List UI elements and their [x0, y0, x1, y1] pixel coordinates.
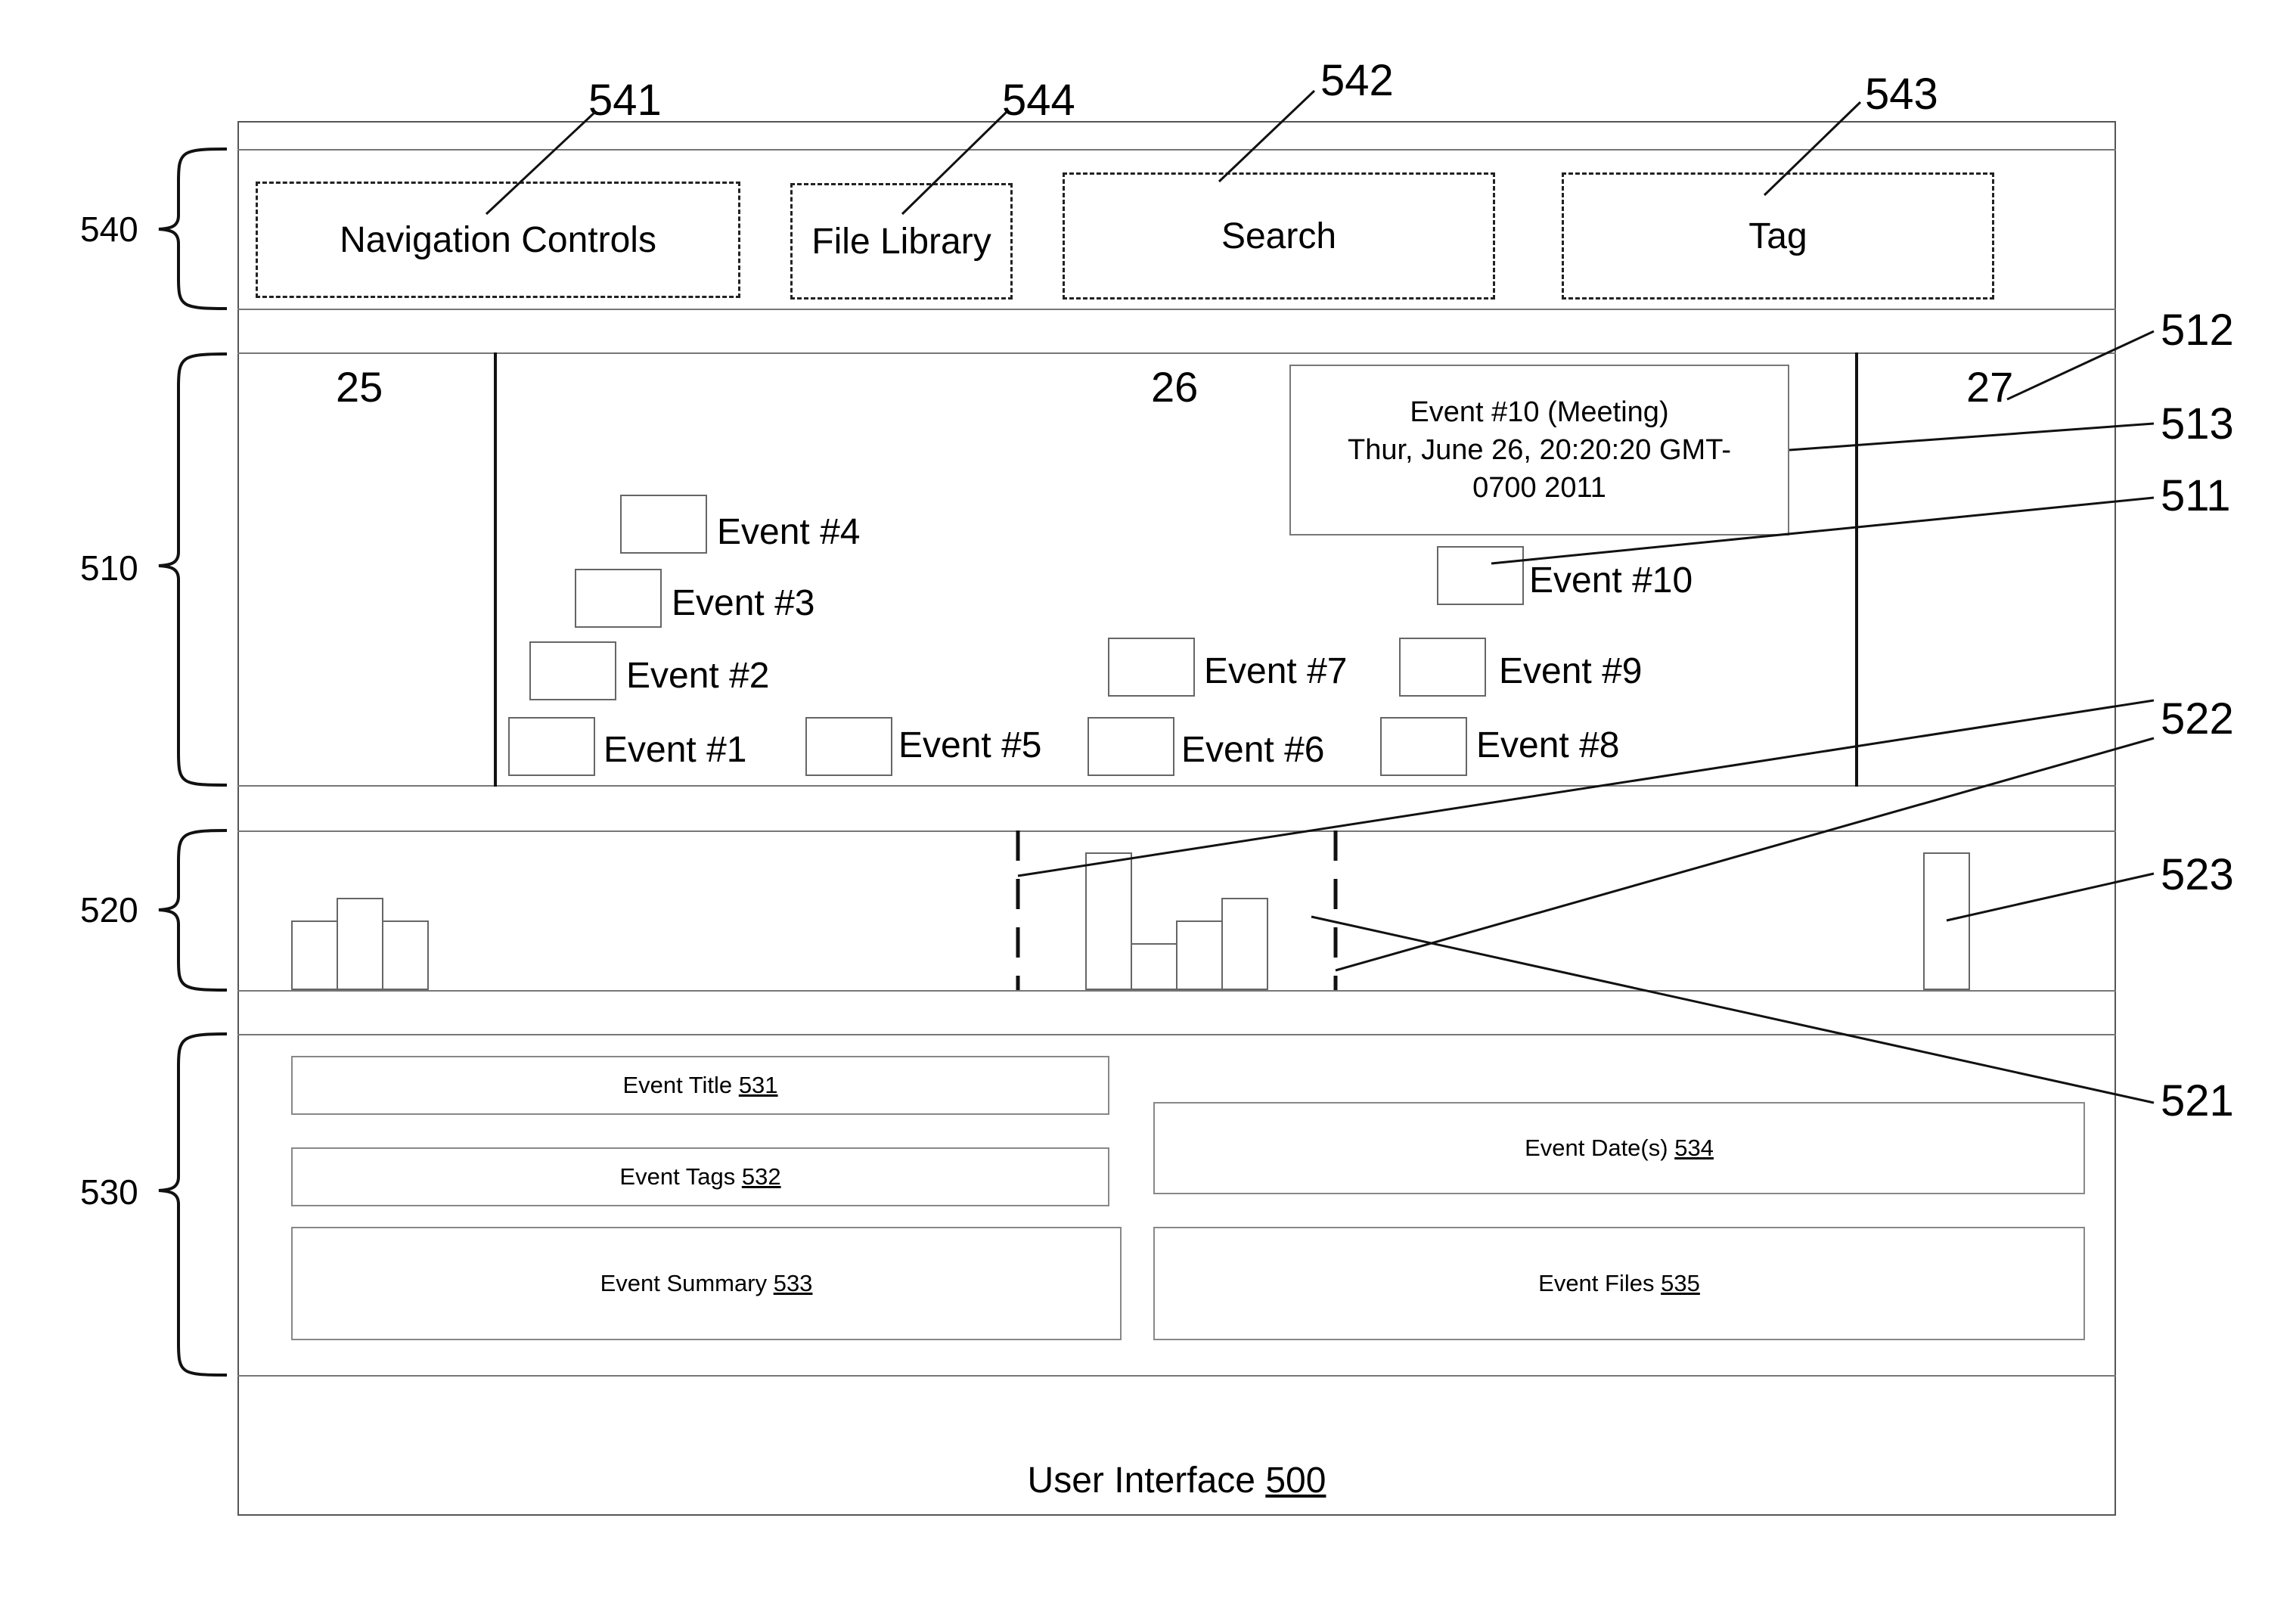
- histogram-bar-day-25-3[interactable]: [382, 920, 429, 990]
- histogram-svg: [291, 830, 1970, 990]
- event-summary-label: Event Summary 533: [600, 1270, 813, 1296]
- histogram-bar-day-26-1[interactable]: [1085, 852, 1132, 990]
- event-title-field[interactable]: Event Title 531: [291, 1056, 1109, 1115]
- figure-caption: User Interface 500: [1027, 1461, 1326, 1501]
- histogram-bar-day-25-2[interactable]: [337, 898, 383, 990]
- event-dates-field[interactable]: Event Date(s) 534: [1153, 1102, 2085, 1194]
- histogram-bar-day-27-1[interactable]: [1923, 852, 1970, 990]
- event-files-field[interactable]: Event Files 535: [1153, 1227, 2085, 1340]
- event-files-label: Event Files 535: [1538, 1270, 1700, 1296]
- histogram-bar-day-26-2[interactable]: [1131, 943, 1177, 990]
- ref-523: 523: [2161, 850, 2234, 899]
- histogram-bar-day-26-4[interactable]: [1221, 898, 1268, 990]
- ref-522: 522: [2161, 694, 2234, 743]
- event-summary-field[interactable]: Event Summary 533: [291, 1227, 1122, 1340]
- event-tags-label: Event Tags 532: [619, 1163, 781, 1190]
- event-tags-field[interactable]: Event Tags 532: [291, 1147, 1109, 1206]
- ref-521: 521: [2161, 1076, 2234, 1125]
- event-title-label: Event Title 531: [622, 1072, 778, 1098]
- histogram-bar-day-26-3[interactable]: [1176, 920, 1223, 990]
- event-dates-label: Event Date(s) 534: [1525, 1135, 1714, 1161]
- histogram-bar-day-25-1[interactable]: [291, 920, 338, 990]
